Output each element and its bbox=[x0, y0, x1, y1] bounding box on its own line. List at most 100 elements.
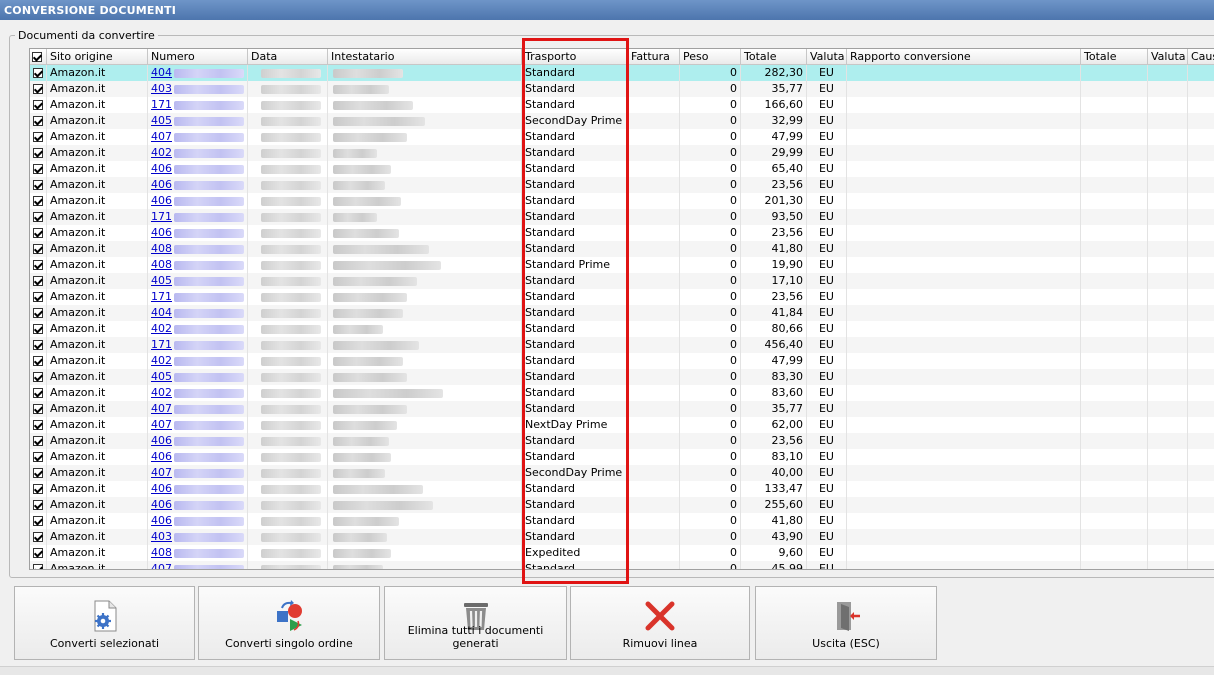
column-header-fattura[interactable]: Fattura bbox=[628, 49, 680, 65]
column-header-intestatario[interactable]: Intestatario bbox=[328, 49, 522, 65]
row-checkbox[interactable] bbox=[32, 276, 43, 286]
uscita-button[interactable]: Uscita (ESC) bbox=[755, 586, 937, 660]
order-number-link[interactable]: 403 bbox=[151, 82, 172, 95]
row-checkbox-cell bbox=[30, 161, 47, 177]
order-number-link[interactable]: 407 bbox=[151, 466, 172, 479]
row-checkbox[interactable] bbox=[32, 68, 43, 78]
order-number-link[interactable]: 406 bbox=[151, 450, 172, 463]
cell-causale bbox=[1188, 401, 1214, 417]
column-header-totale2[interactable]: Totale bbox=[1081, 49, 1148, 65]
cell-valuta-convertita bbox=[1148, 513, 1188, 529]
redacted-number bbox=[174, 308, 244, 318]
cell-totale: 35,77 bbox=[741, 81, 807, 97]
row-checkbox[interactable] bbox=[32, 356, 43, 366]
column-header-causale[interactable]: Caus bbox=[1188, 49, 1214, 65]
row-checkbox[interactable] bbox=[32, 484, 43, 494]
row-checkbox[interactable] bbox=[32, 132, 43, 142]
select-all-checkbox[interactable] bbox=[32, 52, 42, 62]
column-header-sito[interactable]: Sito origine bbox=[47, 49, 148, 65]
cell-valuta-convertita bbox=[1148, 273, 1188, 289]
column-header-valuta[interactable]: Valuta bbox=[807, 49, 847, 65]
row-checkbox[interactable] bbox=[32, 372, 43, 382]
cell-intestatario bbox=[328, 417, 522, 433]
row-checkbox[interactable] bbox=[32, 436, 43, 446]
order-number-link[interactable]: 407 bbox=[151, 130, 172, 143]
column-header-valuta2[interactable]: Valuta bbox=[1148, 49, 1188, 65]
cell-totale-convertito bbox=[1081, 497, 1148, 513]
column-header-data[interactable]: Data bbox=[248, 49, 328, 65]
row-checkbox[interactable] bbox=[32, 420, 43, 430]
row-checkbox[interactable] bbox=[32, 212, 43, 222]
row-checkbox[interactable] bbox=[32, 244, 43, 254]
row-checkbox[interactable] bbox=[32, 404, 43, 414]
row-checkbox[interactable] bbox=[32, 468, 43, 478]
order-number-link[interactable]: 171 bbox=[151, 338, 172, 351]
order-number-link[interactable]: 402 bbox=[151, 322, 172, 335]
row-checkbox[interactable] bbox=[32, 180, 43, 190]
order-number-link[interactable]: 404 bbox=[151, 66, 172, 79]
order-number-link[interactable]: 406 bbox=[151, 498, 172, 511]
cell-peso: 0 bbox=[680, 273, 741, 289]
order-number-link[interactable]: 408 bbox=[151, 242, 172, 255]
order-number-link[interactable]: 406 bbox=[151, 434, 172, 447]
order-number-link[interactable]: 407 bbox=[151, 418, 172, 431]
order-number-link[interactable]: 406 bbox=[151, 178, 172, 191]
cell-totale-convertito bbox=[1081, 545, 1148, 561]
order-number-link[interactable]: 403 bbox=[151, 530, 172, 543]
cell-totale-convertito bbox=[1081, 561, 1148, 569]
column-header-check[interactable] bbox=[30, 49, 47, 65]
order-number-link[interactable]: 406 bbox=[151, 482, 172, 495]
row-checkbox[interactable] bbox=[32, 340, 43, 350]
order-number-link[interactable]: 407 bbox=[151, 402, 172, 415]
elimina-tutti-button[interactable]: Elimina tutti i documenti generati bbox=[384, 586, 567, 660]
row-checkbox[interactable] bbox=[32, 308, 43, 318]
row-checkbox[interactable] bbox=[32, 260, 43, 270]
order-number-link[interactable]: 404 bbox=[151, 306, 172, 319]
order-number-link[interactable]: 171 bbox=[151, 98, 172, 111]
order-number-link[interactable]: 402 bbox=[151, 354, 172, 367]
order-number-link[interactable]: 408 bbox=[151, 546, 172, 559]
cell-valuta: EU bbox=[807, 545, 847, 561]
redacted-date bbox=[261, 116, 321, 126]
order-number-link[interactable]: 405 bbox=[151, 370, 172, 383]
column-header-numero[interactable]: Numero bbox=[148, 49, 248, 65]
order-number-link[interactable]: 171 bbox=[151, 290, 172, 303]
order-number-link[interactable]: 405 bbox=[151, 114, 172, 127]
row-checkbox[interactable] bbox=[32, 452, 43, 462]
order-number-link[interactable]: 406 bbox=[151, 226, 172, 239]
rimuovi-linea-button[interactable]: Rimuovi linea bbox=[570, 586, 750, 660]
order-number-link[interactable]: 407 bbox=[151, 562, 172, 569]
row-checkbox[interactable] bbox=[32, 548, 43, 558]
row-checkbox[interactable] bbox=[32, 148, 43, 158]
order-number-link[interactable]: 171 bbox=[151, 210, 172, 223]
cell-totale-convertito bbox=[1081, 513, 1148, 529]
row-checkbox[interactable] bbox=[32, 564, 43, 569]
order-number-link[interactable]: 402 bbox=[151, 386, 172, 399]
row-checkbox[interactable] bbox=[32, 292, 43, 302]
column-header-peso[interactable]: Peso bbox=[680, 49, 741, 65]
row-checkbox[interactable] bbox=[32, 516, 43, 526]
cell-rapporto-conversione bbox=[847, 289, 1081, 305]
order-number-link[interactable]: 406 bbox=[151, 514, 172, 527]
order-number-link[interactable]: 405 bbox=[151, 274, 172, 287]
order-number-link[interactable]: 408 bbox=[151, 258, 172, 271]
row-checkbox[interactable] bbox=[32, 84, 43, 94]
order-number-link[interactable]: 402 bbox=[151, 146, 172, 159]
order-number-link[interactable]: 406 bbox=[151, 162, 172, 175]
order-number-link[interactable]: 406 bbox=[151, 194, 172, 207]
redacted-date bbox=[261, 292, 321, 302]
column-header-totale[interactable]: Totale bbox=[741, 49, 807, 65]
row-checkbox[interactable] bbox=[32, 164, 43, 174]
row-checkbox[interactable] bbox=[32, 228, 43, 238]
column-header-rapporto[interactable]: Rapporto conversione bbox=[847, 49, 1081, 65]
converti-singolo-button[interactable]: Converti singolo ordine bbox=[198, 586, 380, 660]
converti-selezionati-button[interactable]: Converti selezionati bbox=[14, 586, 195, 660]
row-checkbox[interactable] bbox=[32, 196, 43, 206]
row-checkbox[interactable] bbox=[32, 324, 43, 334]
row-checkbox[interactable] bbox=[32, 532, 43, 542]
row-checkbox[interactable] bbox=[32, 388, 43, 398]
redacted-name bbox=[333, 276, 417, 286]
row-checkbox[interactable] bbox=[32, 100, 43, 110]
row-checkbox[interactable] bbox=[32, 116, 43, 126]
row-checkbox[interactable] bbox=[32, 500, 43, 510]
